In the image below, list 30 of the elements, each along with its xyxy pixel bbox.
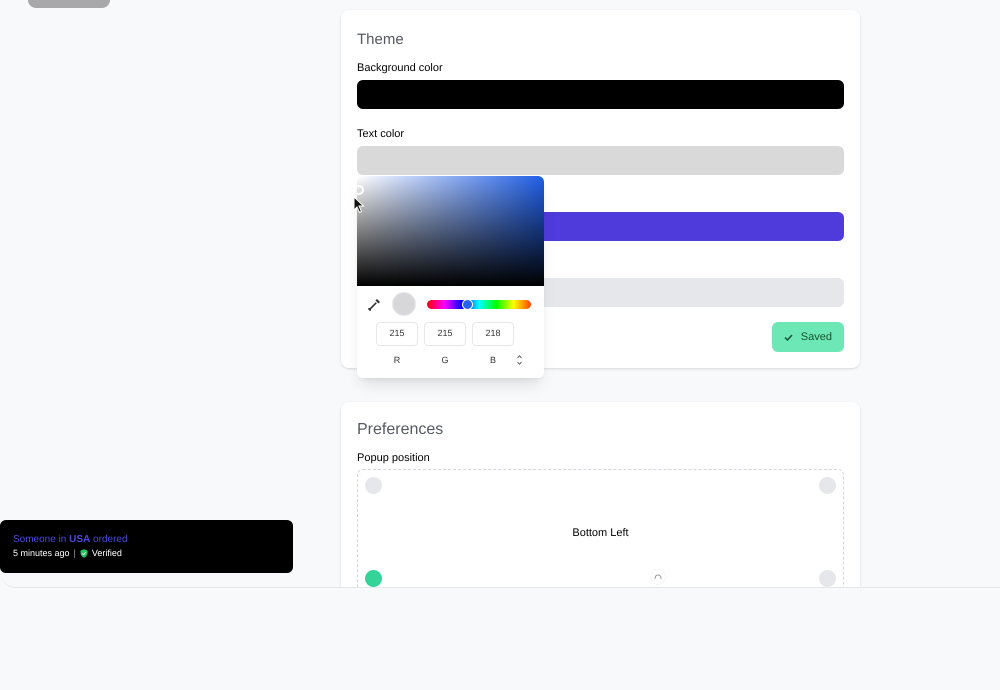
channel-label: G [441, 354, 448, 366]
mouse-cursor-icon [353, 196, 365, 214]
check-icon [784, 334, 793, 340]
card-title: Theme [357, 30, 405, 50]
saved-button[interactable]: Saved [772, 322, 844, 352]
field-label: Text color [357, 127, 404, 142]
shield-check-icon [80, 548, 88, 558]
channel-label: R [394, 354, 400, 366]
field-label: Popup position [357, 451, 431, 466]
color-swatch-icon [392, 292, 416, 316]
picker-handle-icon[interactable] [357, 185, 364, 195]
hue-slider[interactable] [427, 300, 531, 308]
color-field[interactable] [357, 80, 844, 109]
card-title: Preferences [357, 420, 444, 440]
toast-message: Someone in USA ordered [13, 533, 128, 546]
field-label: Background color [357, 61, 443, 76]
verified-label: Verified [92, 547, 122, 559]
channel-label: B [490, 354, 496, 366]
round-handle-icon[interactable] [650, 569, 666, 585]
channel-input[interactable]: 215 [376, 322, 418, 346]
hue-slider-thumb[interactable] [462, 298, 473, 310]
channel-input[interactable]: 218 [472, 322, 514, 346]
channel-input[interactable]: 215 [424, 322, 466, 346]
color-field[interactable] [357, 146, 844, 175]
position-value: Bottom Left [571, 526, 630, 541]
saturation-area[interactable] [357, 176, 544, 286]
toast-time: 5 minutes ago [13, 547, 70, 559]
up-down-toggle-icon[interactable] [517, 355, 522, 365]
eyedropper-icon[interactable] [368, 298, 381, 310]
separator-text: | [74, 547, 76, 559]
